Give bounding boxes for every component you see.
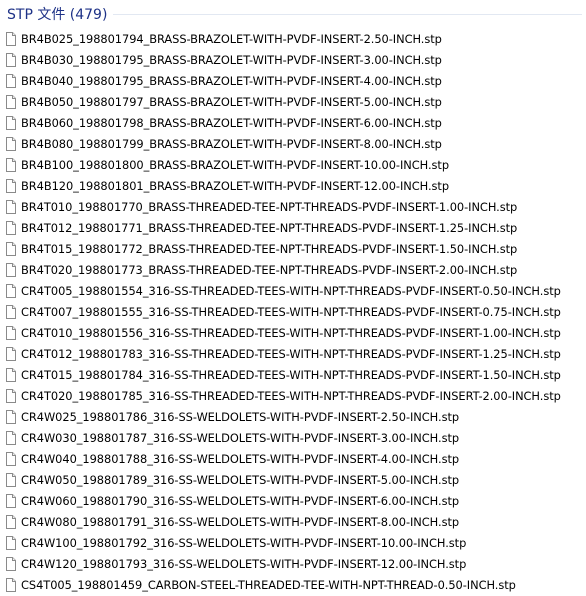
file-icon xyxy=(6,199,16,214)
group-divider xyxy=(113,13,582,15)
file-name: CR4T020_198801785_316-SS-THREADED-TEES-W… xyxy=(21,388,561,403)
file-name: CR4T015_198801784_316-SS-THREADED-TEES-W… xyxy=(21,367,561,382)
file-icon xyxy=(6,388,16,403)
file-icon xyxy=(6,556,16,571)
file-name: CR4W120_198801793_316-SS-WELDOLETS-WITH-… xyxy=(21,556,467,571)
file-name: CR4W060_198801790_316-SS-WELDOLETS-WITH-… xyxy=(21,493,460,508)
file-icon xyxy=(6,178,16,193)
file-name: BR4B080_198801799_BRASS-BRAZOLET-WITH-PV… xyxy=(21,136,442,151)
file-name: CR4W040_198801788_316-SS-WELDOLETS-WITH-… xyxy=(21,451,460,466)
file-item[interactable]: CR4T010_198801556_316-SS-THREADED-TEES-W… xyxy=(0,322,586,343)
file-name: CR4W025_198801786_316-SS-WELDOLETS-WITH-… xyxy=(21,409,460,424)
file-icon xyxy=(6,367,16,382)
file-name: BR4T015_198801772_BRASS-THREADED-TEE-NPT… xyxy=(21,241,518,256)
file-name: BR4T020_198801773_BRASS-THREADED-TEE-NPT… xyxy=(21,262,518,277)
file-icon xyxy=(6,136,16,151)
file-item[interactable]: CR4W050_198801789_316-SS-WELDOLETS-WITH-… xyxy=(0,469,586,490)
file-name: CR4W030_198801787_316-SS-WELDOLETS-WITH-… xyxy=(21,430,460,445)
file-item[interactable]: BR4B040_198801795_BRASS-BRAZOLET-WITH-PV… xyxy=(0,70,586,91)
file-item[interactable]: CR4W025_198801786_316-SS-WELDOLETS-WITH-… xyxy=(0,406,586,427)
file-icon xyxy=(6,157,16,172)
file-item[interactable]: BR4T020_198801773_BRASS-THREADED-TEE-NPT… xyxy=(0,259,586,280)
file-name: BR4B060_198801798_BRASS-BRAZOLET-WITH-PV… xyxy=(21,115,442,130)
file-icon xyxy=(6,262,16,277)
file-name: CS4T005_198801459_CARBON-STEEL-THREADED-… xyxy=(21,577,516,592)
file-icon xyxy=(6,220,16,235)
file-icon xyxy=(6,115,16,130)
file-name: BR4B120_198801801_BRASS-BRAZOLET-WITH-PV… xyxy=(21,178,450,193)
file-name: CR4W100_198801792_316-SS-WELDOLETS-WITH-… xyxy=(21,535,467,550)
file-icon xyxy=(6,73,16,88)
file-item[interactable]: CR4W030_198801787_316-SS-WELDOLETS-WITH-… xyxy=(0,427,586,448)
file-name: CR4W050_198801789_316-SS-WELDOLETS-WITH-… xyxy=(21,472,460,487)
file-icon xyxy=(6,430,16,445)
file-item[interactable]: CR4W100_198801792_316-SS-WELDOLETS-WITH-… xyxy=(0,532,586,553)
file-icon xyxy=(6,472,16,487)
file-item[interactable]: BR4B050_198801797_BRASS-BRAZOLET-WITH-PV… xyxy=(0,91,586,112)
file-name: CR4T007_198801555_316-SS-THREADED-TEES-W… xyxy=(21,304,561,319)
file-name: CR4T010_198801556_316-SS-THREADED-TEES-W… xyxy=(21,325,561,340)
file-icon xyxy=(6,409,16,424)
file-icon xyxy=(6,577,16,592)
file-item[interactable]: CR4T020_198801785_316-SS-THREADED-TEES-W… xyxy=(0,385,586,406)
file-item[interactable]: CR4T007_198801555_316-SS-THREADED-TEES-W… xyxy=(0,301,586,322)
file-icon xyxy=(6,304,16,319)
file-icon xyxy=(6,94,16,109)
file-item[interactable]: CR4W060_198801790_316-SS-WELDOLETS-WITH-… xyxy=(0,490,586,511)
file-item[interactable]: CR4W080_198801791_316-SS-WELDOLETS-WITH-… xyxy=(0,511,586,532)
file-name: BR4T010_198801770_BRASS-THREADED-TEE-NPT… xyxy=(21,199,518,214)
file-name: CR4T012_198801783_316-SS-THREADED-TEES-W… xyxy=(21,346,561,361)
file-name: BR4B025_198801794_BRASS-BRAZOLET-WITH-PV… xyxy=(21,31,442,46)
file-icon xyxy=(6,52,16,67)
group-title: STP 文件 (479) xyxy=(7,7,108,23)
file-icon xyxy=(6,283,16,298)
file-icon xyxy=(6,451,16,466)
file-item[interactable]: BR4T012_198801771_BRASS-THREADED-TEE-NPT… xyxy=(0,217,586,238)
file-name: CR4W080_198801791_316-SS-WELDOLETS-WITH-… xyxy=(21,514,460,529)
file-icon xyxy=(6,241,16,256)
file-name: BR4B030_198801795_BRASS-BRAZOLET-WITH-PV… xyxy=(21,52,442,67)
file-name: BR4B050_198801797_BRASS-BRAZOLET-WITH-PV… xyxy=(21,94,442,109)
file-item[interactable]: BR4B025_198801794_BRASS-BRAZOLET-WITH-PV… xyxy=(0,28,586,49)
file-icon xyxy=(6,31,16,46)
group-header[interactable]: STP 文件 (479) xyxy=(0,0,586,28)
file-icon xyxy=(6,514,16,529)
file-icon xyxy=(6,325,16,340)
file-name: BR4B100_198801800_BRASS-BRAZOLET-WITH-PV… xyxy=(21,157,450,172)
file-item[interactable]: CR4T005_198801554_316-SS-THREADED-TEES-W… xyxy=(0,280,586,301)
file-name: BR4T012_198801771_BRASS-THREADED-TEE-NPT… xyxy=(21,220,518,235)
file-item[interactable]: BR4B080_198801799_BRASS-BRAZOLET-WITH-PV… xyxy=(0,133,586,154)
file-icon xyxy=(6,493,16,508)
file-item[interactable]: CS4T005_198801459_CARBON-STEEL-THREADED-… xyxy=(0,574,586,595)
file-list: BR4B025_198801794_BRASS-BRAZOLET-WITH-PV… xyxy=(0,28,586,595)
file-item[interactable]: BR4B100_198801800_BRASS-BRAZOLET-WITH-PV… xyxy=(0,154,586,175)
file-icon xyxy=(6,346,16,361)
file-item[interactable]: CR4T015_198801784_316-SS-THREADED-TEES-W… xyxy=(0,364,586,385)
file-item[interactable]: BR4B120_198801801_BRASS-BRAZOLET-WITH-PV… xyxy=(0,175,586,196)
file-icon xyxy=(6,535,16,550)
file-item[interactable]: CR4T012_198801783_316-SS-THREADED-TEES-W… xyxy=(0,343,586,364)
file-item[interactable]: BR4B030_198801795_BRASS-BRAZOLET-WITH-PV… xyxy=(0,49,586,70)
file-item[interactable]: CR4W040_198801788_316-SS-WELDOLETS-WITH-… xyxy=(0,448,586,469)
file-name: CR4T005_198801554_316-SS-THREADED-TEES-W… xyxy=(21,283,561,298)
file-name: BR4B040_198801795_BRASS-BRAZOLET-WITH-PV… xyxy=(21,73,442,88)
file-item[interactable]: BR4B060_198801798_BRASS-BRAZOLET-WITH-PV… xyxy=(0,112,586,133)
file-item[interactable]: BR4T010_198801770_BRASS-THREADED-TEE-NPT… xyxy=(0,196,586,217)
file-item[interactable]: BR4T015_198801772_BRASS-THREADED-TEE-NPT… xyxy=(0,238,586,259)
file-item[interactable]: CR4W120_198801793_316-SS-WELDOLETS-WITH-… xyxy=(0,553,586,574)
